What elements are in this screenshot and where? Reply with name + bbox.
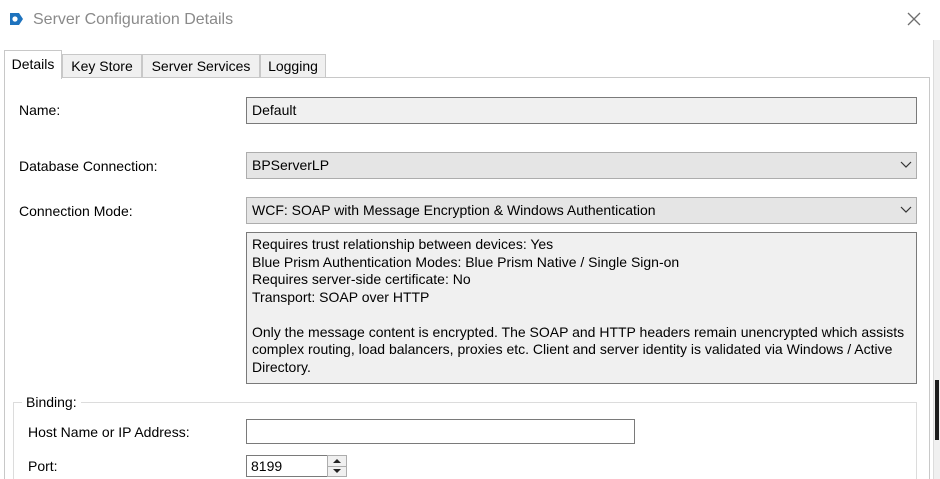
title-bar: Server Configuration Details [0,0,940,40]
scrollbar-thumb[interactable] [935,380,939,440]
host-name-label: Host Name or IP Address: [28,424,190,440]
port-spinner [327,455,347,477]
port-label: Port: [28,458,58,474]
database-connection-label: Database Connection: [19,158,158,174]
port-input[interactable]: 8199 [246,455,328,477]
description-line: Requires server-side certificate: No [252,271,471,287]
description-line: Blue Prism Authentication Modes: Blue Pr… [252,253,680,270]
connection-mode-value: WCF: SOAP with Message Encryption & Wind… [252,202,656,218]
window-title: Server Configuration Details [33,11,234,28]
tab-server-services[interactable]: Server Services [142,54,260,78]
description-line: Transport: SOAP over HTTP [252,288,430,305]
tab-logging[interactable]: Logging [260,54,326,78]
database-connection-value: BPServerLP [252,157,330,173]
chevron-down-icon [900,161,912,168]
chevron-down-icon [900,206,912,213]
tab-key-store[interactable]: Key Store [62,54,142,78]
host-name-input[interactable] [246,419,635,444]
binding-group-title: Binding: [22,394,81,410]
server-configuration-dialog: Server Configuration Details Details Key… [0,0,940,479]
description-line: Requires trust relationship between devi… [252,236,554,252]
connection-mode-label: Connection Mode: [19,203,133,219]
connection-mode-description: Requires trust relationship between devi… [246,232,917,384]
spin-down-icon[interactable] [328,466,346,476]
tab-strip: Details Key Store Server Services Loggin… [4,50,924,79]
tab-details[interactable]: Details [4,50,62,79]
database-connection-select[interactable]: BPServerLP [246,152,917,179]
connection-mode-select[interactable]: WCF: SOAP with Message Encryption & Wind… [246,197,917,224]
description-paragraph: Only the message content is encrypted. T… [252,323,905,375]
name-label: Name: [19,102,61,118]
name-field: Default [246,97,917,124]
close-icon[interactable] [902,8,926,30]
blue-prism-logo-icon [10,13,23,25]
window-edge [933,40,940,479]
